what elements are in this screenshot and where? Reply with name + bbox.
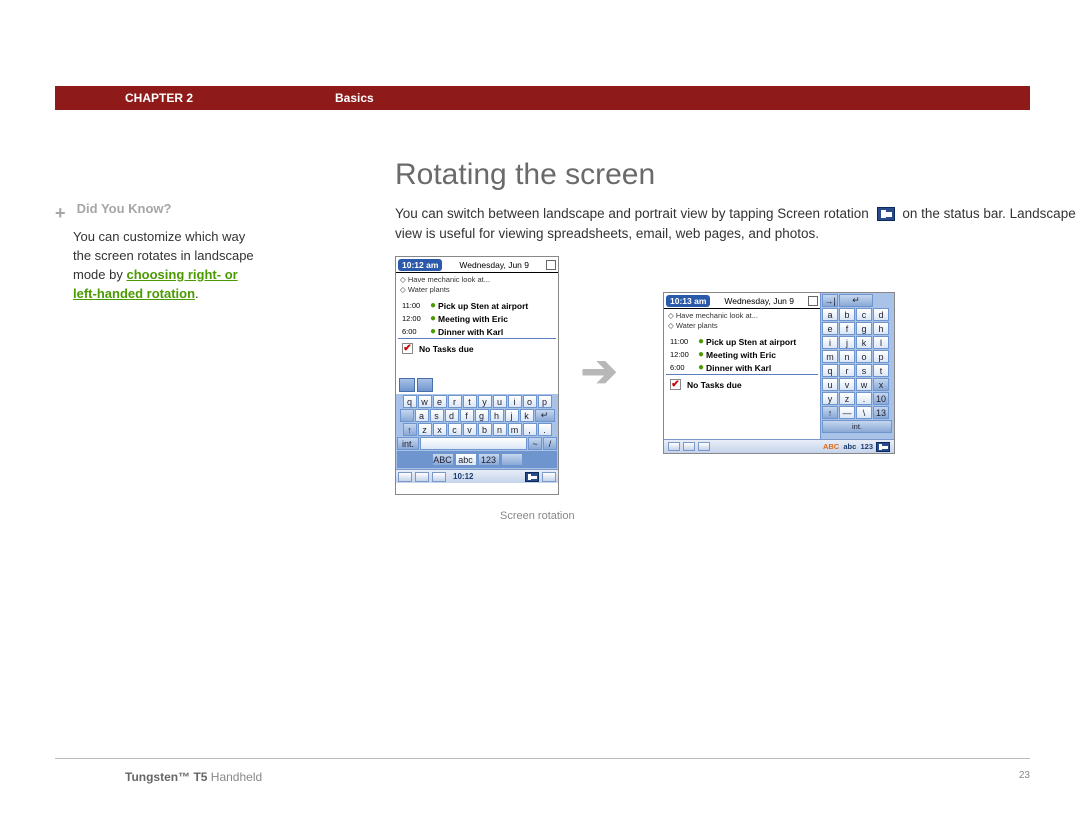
menu-icon: [808, 296, 818, 306]
transition-arrow-icon: ➔: [559, 346, 639, 397]
portrait-notasks: ✔ No Tasks due: [398, 341, 556, 356]
screen-rotation-icon: [877, 207, 895, 221]
status-clock: 10:12: [453, 472, 473, 481]
dyk-text-after: .: [195, 286, 199, 301]
portrait-time: 10:12 am: [398, 259, 442, 271]
agenda-row: 12:00 ● Meeting with Eric: [398, 312, 556, 325]
landscape-time: 10:13 am: [666, 295, 710, 307]
menu-icon: [546, 260, 556, 270]
tool-btn: [399, 378, 415, 392]
landscape-titlebar: 10:13 am Wednesday, Jun 9: [664, 293, 820, 309]
plus-icon: +: [55, 200, 73, 226]
footer-rule: [55, 758, 1030, 759]
landscape-status-bar: ABC abc 123: [664, 439, 894, 453]
screen-rotation-icon: [525, 472, 539, 482]
device-portrait: 10:12 am Wednesday, Jun 9 ◇ Have mechani…: [395, 256, 559, 495]
portrait-todo-1: ◇ Have mechanic look at...: [400, 275, 554, 284]
input-area-icon: [542, 472, 556, 482]
home-icon: [668, 442, 680, 451]
page-footer: Tungsten™ T5 Handheld 23: [125, 770, 1030, 784]
check-icon: ✔: [402, 343, 413, 354]
landscape-agenda: 11:00 ● Pick up Sten at airport 12:00 ● …: [664, 333, 820, 394]
page-title: Rotating the screen: [395, 158, 1080, 192]
intro-paragraph: You can switch between landscape and por…: [395, 204, 1080, 243]
landscape-keyboard: →|↵ abcd efgh ijkl mnop qrst uvwx yz.10 …: [820, 293, 894, 439]
portrait-status-bar: 10:12: [396, 469, 558, 483]
agenda-row: 11:00 ● Pick up Sten at airport: [398, 299, 556, 312]
portrait-todo-2: ◇ Water plants: [400, 285, 554, 294]
did-you-know-body: You can customize which way the screen r…: [73, 228, 265, 303]
home-icon: [398, 472, 412, 482]
portrait-titlebar: 10:12 am Wednesday, Jun 9: [396, 257, 558, 273]
tool-btn: [417, 378, 433, 392]
section-label: Basics: [335, 91, 374, 105]
did-you-know-title: Did You Know?: [77, 201, 172, 216]
figure-row: 10:12 am Wednesday, Jun 9 ◇ Have mechani…: [395, 256, 1080, 495]
did-you-know-sidebar: + Did You Know? You can customize which …: [55, 200, 265, 303]
portrait-agenda: 11:00 ● Pick up Sten at airport 12:00 ● …: [396, 297, 558, 358]
device-landscape: 10:13 am Wednesday, Jun 9 ◇ Have mechani…: [663, 292, 895, 454]
menu-icon: [698, 442, 710, 451]
portrait-date: Wednesday, Jun 9: [442, 260, 546, 270]
menu-icon: [432, 472, 446, 482]
portrait-mini-toolbar: [396, 376, 558, 394]
portrait-todo: ◇ Have mechanic look at... ◇ Water plant…: [396, 273, 558, 297]
screen-rotation-icon: [876, 442, 890, 452]
check-icon: ✔: [670, 379, 681, 390]
chapter-header-bar: CHAPTER 2 Basics: [55, 86, 1030, 110]
landscape-date: Wednesday, Jun 9: [710, 296, 808, 306]
agenda-row: 6:00 ● Dinner with Karl: [398, 325, 556, 339]
page-number: 23: [1019, 770, 1030, 784]
figure-caption: Screen rotation: [500, 510, 575, 522]
find-icon: [683, 442, 695, 451]
chapter-label: CHAPTER 2: [125, 91, 193, 105]
intro-text-a: You can switch between landscape and por…: [395, 206, 873, 221]
find-icon: [415, 472, 429, 482]
landscape-todo: ◇ Have mechanic look at... ◇ Water plant…: [664, 309, 820, 333]
product-name: Tungsten™ T5 Handheld: [125, 770, 262, 784]
portrait-keyboard: q w e r t y u i o p: [396, 394, 558, 469]
